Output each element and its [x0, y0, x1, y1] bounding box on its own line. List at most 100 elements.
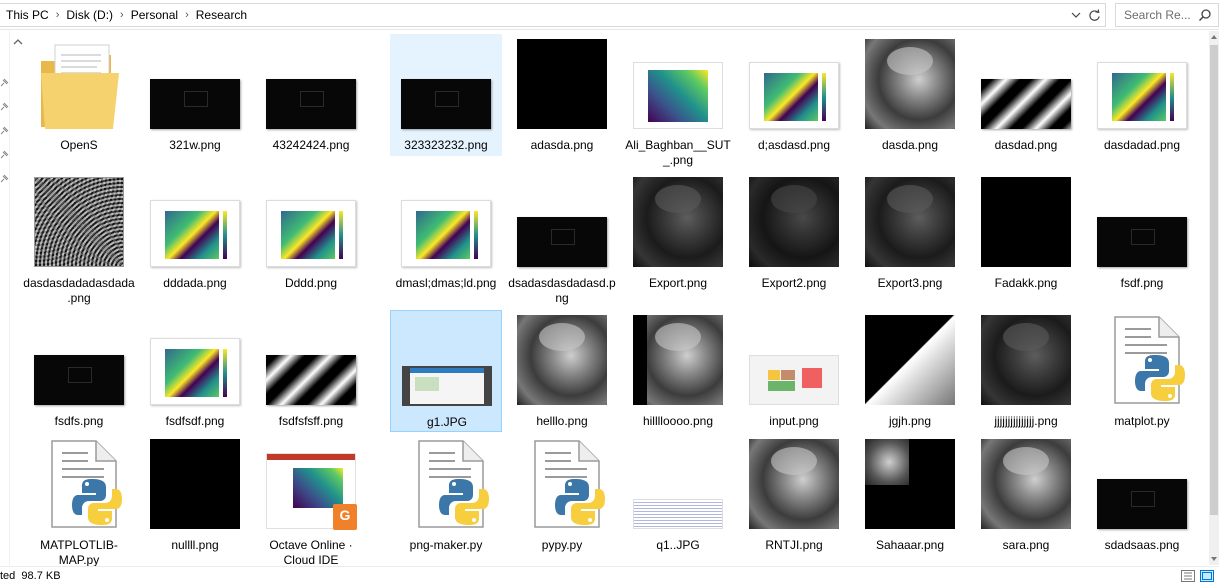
thumbnail-frame [266, 177, 356, 267]
details-view-icon[interactable] [1181, 570, 1195, 582]
thumbnail-frame [865, 315, 955, 405]
file-item-dddd-png[interactable]: Dddd.png [255, 172, 367, 294]
file-item-323323232-png[interactable]: 323323232.png [390, 34, 502, 156]
file-item-nullll-png[interactable]: nullll.png [139, 434, 251, 556]
image-thumbnail [517, 39, 607, 129]
file-name-label: input.png [769, 414, 819, 428]
file-name-label: dsadasdasdadasd.png [508, 276, 616, 305]
image-thumbnail [402, 366, 492, 406]
file-item-export3-png[interactable]: Export3.png [854, 172, 966, 294]
file-item-pypy-py[interactable]: pypy.py [506, 434, 618, 556]
file-item-hilllloooo-png[interactable]: hilllloooo.png [622, 310, 734, 432]
file-item-fsdf-png[interactable]: fsdf.png [1086, 172, 1198, 294]
file-item-fadakk-png[interactable]: Fadakk.png [970, 172, 1082, 294]
file-item-octave-online-cloud-ide[interactable]: G Octave Online · Cloud IDE [255, 434, 367, 566]
file-item-dsadasdasdadasd-png[interactable]: dsadasdasdadasd.png [506, 172, 618, 305]
file-name-label: dddada.png [163, 276, 227, 290]
thumbnail-frame [517, 439, 607, 529]
file-grid: OpenS 321w.png 43242424.png 323323232.png ad… [0, 0, 1219, 566]
file-name-label: Dddd.png [284, 276, 338, 290]
file-item-fsdfsfsff-png[interactable]: fsdfsfsff.png [255, 310, 367, 432]
file-item-jgjh-png[interactable]: jgjh.png [854, 310, 966, 432]
file-item-matplot-py[interactable]: matplot.py [1086, 310, 1198, 432]
thumbnail-frame [1097, 439, 1187, 529]
file-item-q1-jpg[interactable]: q1..JPG [622, 434, 734, 556]
file-item-ali-baghban-sut-png[interactable]: Ali_Baghban__SUT_.png [622, 34, 734, 167]
file-name-label: fsdf.png [1120, 276, 1164, 290]
file-item-dasdad-png[interactable]: dasdad.png [970, 34, 1082, 156]
thumbnail-frame [1097, 315, 1187, 405]
file-item-fsdfs-png[interactable]: fsdfs.png [23, 310, 135, 432]
image-thumbnail [749, 62, 839, 129]
image-thumbnail [517, 315, 607, 405]
file-item-dasdadad-png[interactable]: dasdadad.png [1086, 34, 1198, 156]
file-name-label: dasdadad.png [1103, 138, 1181, 152]
file-item-g1-jpg[interactable]: g1.JPG [390, 310, 502, 432]
thumbnail-frame [402, 316, 492, 406]
thumbnail-frame [981, 177, 1071, 267]
file-item-d-asdasd-png[interactable]: d;asdasd.png [738, 34, 850, 156]
thumbnail-frame [150, 177, 240, 267]
file-item-dasda-png[interactable]: dasda.png [854, 34, 966, 156]
image-thumbnail [633, 499, 723, 529]
thumbnail-frame [34, 39, 124, 129]
file-item-321w-png[interactable]: 321w.png [139, 34, 251, 156]
file-item-adasda-png[interactable]: adasda.png [506, 34, 618, 156]
thumbnail-frame [150, 315, 240, 405]
file-name-label: nullll.png [171, 538, 219, 552]
file-item-dddada-png[interactable]: dddada.png [139, 172, 251, 294]
file-name-label: helllo.png [536, 414, 588, 428]
octave-badge-icon: G [333, 504, 357, 530]
thumbnail-frame [1097, 39, 1187, 129]
thumbnail-frame [981, 439, 1071, 529]
file-name-label: jjjjjjjjjjjjjjj.png [994, 414, 1058, 428]
scroll-up-arrow-icon[interactable] [1210, 33, 1218, 41]
file-item-opens[interactable]: OpenS [23, 34, 135, 156]
image-thumbnail [1097, 217, 1187, 267]
scrollbar-thumb[interactable] [1210, 45, 1218, 515]
image-thumbnail [1097, 479, 1187, 529]
image-thumbnail [633, 62, 723, 129]
file-name-label: hilllloooo.png [642, 414, 714, 428]
file-item-png-maker-py[interactable]: png-maker.py [390, 434, 502, 556]
thumbnail-frame [981, 315, 1071, 405]
file-item-matplotlib-map-py[interactable]: MATPLOTLIB-MAP.py [23, 434, 135, 566]
thumbnail-frame [633, 315, 723, 405]
image-thumbnail [34, 177, 124, 267]
thumbnail-frame [633, 439, 723, 529]
file-item-dasdasdadadasdada-png[interactable]: dasdasdadadasdada.png [23, 172, 135, 305]
vertical-scrollbar[interactable] [1209, 31, 1219, 565]
thumbnail-frame [517, 39, 607, 129]
thumbnail-frame [266, 39, 356, 129]
file-name-label: Fadakk.png [994, 276, 1058, 290]
python-file-icon [1107, 315, 1185, 405]
file-item-jjjjjjjjjjjjjjj-png[interactable]: jjjjjjjjjjjjjjj.png [970, 310, 1082, 432]
file-item-dmasl-dmas-ld-png[interactable]: dmasl;dmas;ld.png [390, 172, 502, 294]
file-name-label: adasda.png [530, 138, 594, 152]
file-item-helllo-png[interactable]: helllo.png [506, 310, 618, 432]
file-item-rntji-png[interactable]: RNTJI.png [738, 434, 850, 556]
large-icons-view-icon[interactable] [1200, 570, 1214, 582]
file-name-label: pypy.py [541, 538, 583, 552]
file-item-sara-png[interactable]: sara.png [970, 434, 1082, 556]
file-name-label: Export2.png [761, 276, 827, 290]
file-item-fsdfsdf-png[interactable]: fsdfsdf.png [139, 310, 251, 432]
file-item-43242424-png[interactable]: 43242424.png [255, 34, 367, 156]
file-name-label: 321w.png [169, 138, 221, 152]
image-thumbnail [749, 355, 839, 405]
image-thumbnail [865, 315, 955, 405]
file-item-export-png[interactable]: Export.png [622, 172, 734, 294]
file-item-input-png[interactable]: input.png [738, 310, 850, 432]
image-thumbnail [633, 177, 723, 267]
file-item-sahaaar-png[interactable]: Sahaaar.png [854, 434, 966, 556]
image-thumbnail [1097, 62, 1187, 129]
scroll-down-arrow-icon[interactable] [1210, 555, 1218, 563]
file-name-label: fsdfsdf.png [165, 414, 225, 428]
file-name-label: dasda.png [881, 138, 939, 152]
file-name-label: RNTJI.png [765, 538, 823, 552]
thumbnail-frame [981, 39, 1071, 129]
file-name-label: MATPLOTLIB-MAP.py [40, 538, 118, 566]
image-thumbnail [150, 79, 240, 129]
file-item-sdadsaas-png[interactable]: sdadsaas.png [1086, 434, 1198, 556]
file-item-export2-png[interactable]: Export2.png [738, 172, 850, 294]
